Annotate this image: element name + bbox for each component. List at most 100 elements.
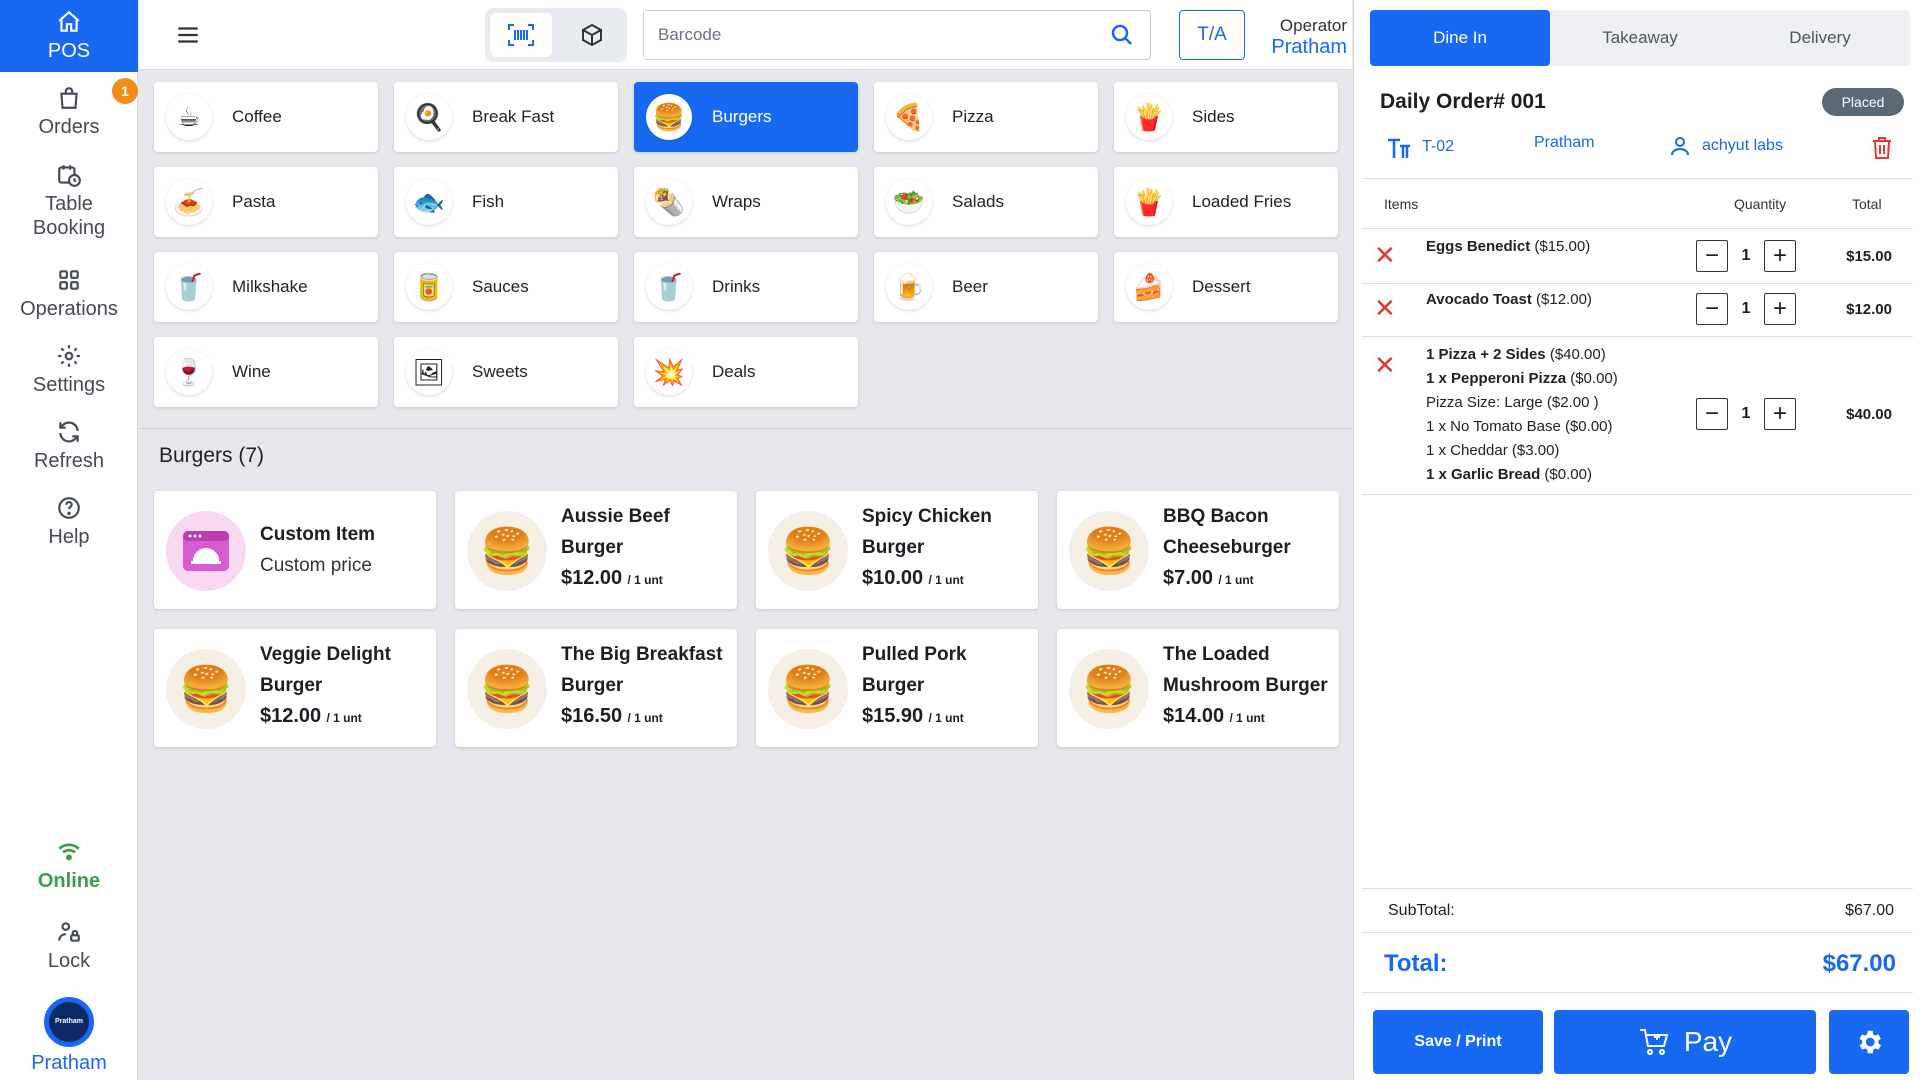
ta-button[interactable]: T/A: [1179, 10, 1245, 60]
user-profile[interactable]: Pratham Pratham: [0, 996, 138, 1076]
decrease-qty-button[interactable]: −: [1696, 398, 1728, 430]
product-bbq-bacon-cheeseburger[interactable]: 🍔 BBQ Bacon Cheeseburger $7.00 / 1 unt: [1057, 491, 1339, 609]
calendar-clock-icon: [58, 165, 81, 187]
product-veggie-delight-burger[interactable]: 🍔 Veggie Delight Burger $12.00 / 1 unt: [154, 629, 436, 747]
deals-burst-icon: 💥: [646, 349, 692, 395]
item-name: Eggs Benedict: [1426, 238, 1531, 255]
product-pulled-pork-burger[interactable]: 🍔 Pulled Pork Burger $15.90 / 1 unt: [756, 629, 1038, 747]
nav-operations[interactable]: Operations: [0, 264, 138, 324]
product-name-line: Burger: [260, 675, 323, 696]
increase-qty-button[interactable]: +: [1764, 293, 1796, 325]
category-label: Salads: [952, 192, 1004, 211]
modifier-price: ($3.00): [1511, 442, 1560, 459]
pay-button[interactable]: Pay: [1554, 1010, 1816, 1074]
product-unit: / 1 unt: [627, 573, 663, 587]
divider: [1362, 228, 1913, 229]
total-value: $67.00: [1822, 950, 1896, 977]
beer-icon: 🍺: [886, 264, 932, 310]
remove-item-button[interactable]: ✕: [1374, 350, 1396, 381]
decrease-qty-button[interactable]: −: [1696, 240, 1728, 272]
increase-qty-button[interactable]: +: [1764, 240, 1796, 272]
category-break-fast[interactable]: 🍳 Break Fast: [394, 82, 618, 152]
category-label: Beer: [952, 277, 988, 296]
menu-icon[interactable]: [175, 22, 201, 48]
dessert-icon: 🍰: [1126, 264, 1172, 310]
modifier: 1 x No Tomato Base ($0.00): [1426, 415, 1618, 439]
nav-refresh[interactable]: Refresh: [0, 416, 138, 476]
barcode-scan-icon: [507, 24, 534, 46]
order-waiter[interactable]: Pratham: [1534, 134, 1594, 152]
barcode-input[interactable]: [644, 11, 1084, 59]
divider: [1362, 336, 1913, 337]
total-row: Total: $67.00: [1384, 950, 1896, 978]
nav-help[interactable]: Help: [0, 492, 138, 552]
category-dessert[interactable]: 🍰 Dessert: [1114, 252, 1338, 322]
gear-icon: [58, 345, 80, 367]
category-drinks[interactable]: 🥤 Drinks: [634, 252, 858, 322]
burger-photo-icon: 🍔: [768, 511, 848, 591]
modifier-name: 1 x Pepperoni Pizza: [1426, 370, 1567, 387]
category-sweets[interactable]: 🖼 Sweets: [394, 337, 618, 407]
nav-pos[interactable]: POS: [0, 0, 138, 72]
decrease-qty-button[interactable]: −: [1696, 293, 1728, 325]
divider: [1362, 494, 1913, 495]
nav-lock[interactable]: Lock: [0, 916, 138, 976]
category-burgers[interactable]: 🍔 Burgers: [634, 82, 858, 152]
modifier-name: 1 x Cheddar: [1426, 442, 1508, 459]
category-pasta[interactable]: 🍝 Pasta: [154, 167, 378, 237]
drink-icon: 🥤: [646, 264, 692, 310]
tab-dine-in[interactable]: Dine In: [1370, 10, 1550, 66]
category-deals[interactable]: 💥 Deals: [634, 337, 858, 407]
category-loaded-fries[interactable]: 🍟 Loaded Fries: [1114, 167, 1338, 237]
order-item-name: Avocado Toast ($12.00): [1426, 291, 1592, 308]
fries-icon: 🍟: [1126, 94, 1172, 140]
category-beer[interactable]: 🍺 Beer: [874, 252, 1098, 322]
product-custom-item[interactable]: Custom Item Custom price: [154, 491, 436, 609]
category-sauces[interactable]: 🥫 Sauces: [394, 252, 618, 322]
category-sides[interactable]: 🍟 Sides: [1114, 82, 1338, 152]
product-big-breakfast-burger[interactable]: 🍔 The Big Breakfast Burger $16.50 / 1 un…: [455, 629, 737, 747]
remove-item-button[interactable]: ✕: [1374, 240, 1396, 271]
divider: [1362, 992, 1913, 993]
tab-delivery[interactable]: Delivery: [1730, 10, 1910, 66]
line-total: $15.00: [1846, 248, 1892, 265]
product-spicy-chicken-burger[interactable]: 🍔 Spicy Chicken Burger $10.00 / 1 unt: [756, 491, 1038, 609]
pay-label: Pay: [1683, 1026, 1733, 1057]
refresh-icon: [59, 421, 79, 443]
order-settings-button[interactable]: [1829, 1010, 1909, 1074]
column-quantity: Quantity: [1734, 196, 1787, 212]
order-customer[interactable]: achyut labs: [1668, 134, 1783, 158]
item-name: 1 Pizza + 2 Sides: [1426, 346, 1546, 363]
category-coffee[interactable]: ☕ Coffee: [154, 82, 378, 152]
sauces-icon: 🥫: [406, 264, 452, 310]
search-icon[interactable]: [1110, 23, 1134, 47]
column-total: Total: [1852, 196, 1882, 212]
category-wine[interactable]: 🍷 Wine: [154, 337, 378, 407]
remove-item-button[interactable]: ✕: [1374, 293, 1396, 324]
table-number: T-02: [1422, 138, 1455, 155]
product-aussie-beef-burger[interactable]: 🍔 Aussie Beef Burger $12.00 / 1 unt: [455, 491, 737, 609]
product-name-line: Burger: [862, 537, 925, 558]
nav-table-booking[interactable]: Table Booking: [0, 160, 138, 242]
save-print-button[interactable]: Save / Print: [1373, 1010, 1543, 1074]
increase-qty-button[interactable]: +: [1764, 398, 1796, 430]
barcode-mode-button[interactable]: [489, 13, 552, 57]
burger-icon: 🍔: [646, 94, 692, 140]
tab-takeaway[interactable]: Takeaway: [1550, 10, 1730, 66]
product-loaded-mushroom-burger[interactable]: 🍔 The Loaded Mushroom Burger $14.00 / 1 …: [1057, 629, 1339, 747]
category-fish[interactable]: 🐟 Fish: [394, 167, 618, 237]
order-item-name: 1 Pizza + 2 Sides ($40.00) 1 x Pepperoni…: [1426, 343, 1618, 487]
nav-settings[interactable]: Settings: [0, 340, 138, 400]
subtotal-label: SubTotal:: [1388, 902, 1455, 919]
category-wraps[interactable]: 🌯 Wraps: [634, 167, 858, 237]
avatar-logo-text: Pratham: [49, 1002, 89, 1042]
category-salads[interactable]: 🥗 Salads: [874, 167, 1098, 237]
gear-icon: [1859, 1030, 1881, 1054]
category-milkshake[interactable]: 🥤 Milkshake: [154, 252, 378, 322]
product-mode-button[interactable]: [561, 13, 623, 57]
category-pizza[interactable]: 🍕 Pizza: [874, 82, 1098, 152]
user-name: Pratham: [31, 1052, 107, 1074]
product-subtitle: Custom price: [260, 555, 372, 576]
order-table[interactable]: T-02: [1386, 134, 1454, 160]
trash-icon[interactable]: [1871, 136, 1893, 160]
